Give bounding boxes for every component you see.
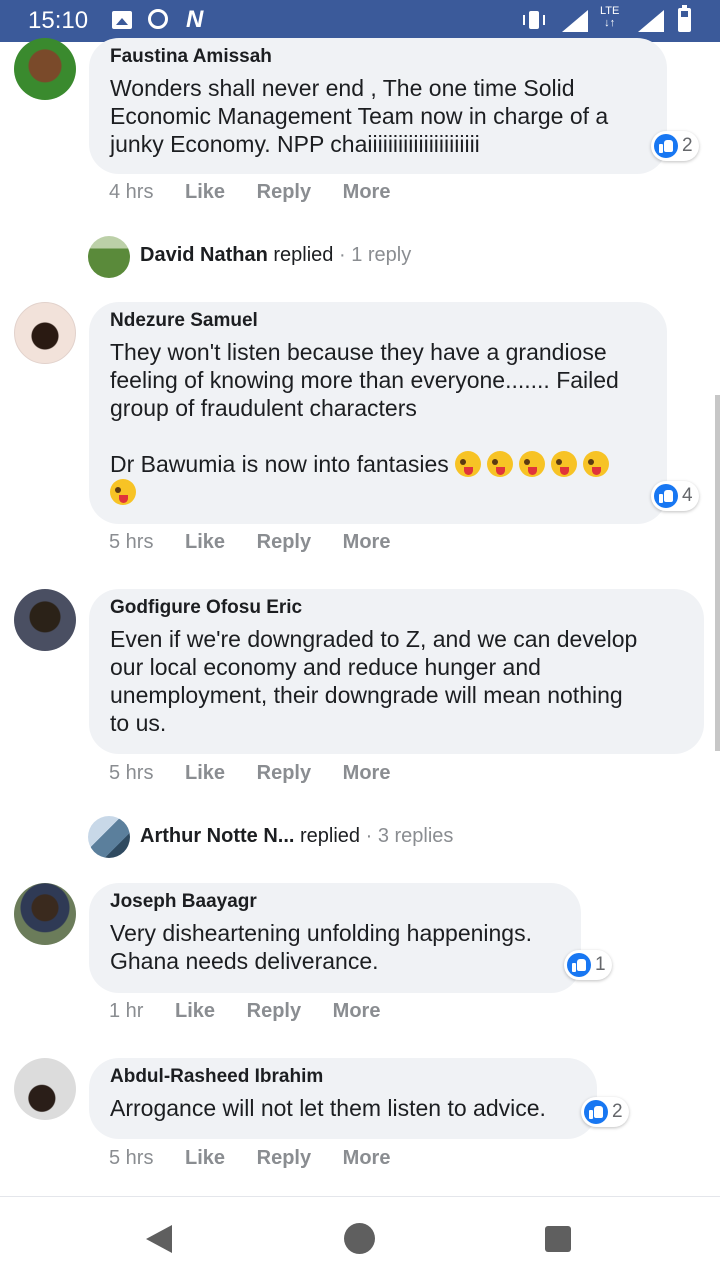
- comment-text: Very disheartening unfolding happenings.…: [110, 920, 532, 974]
- image-icon: [112, 11, 132, 29]
- separator: ·: [333, 244, 352, 266]
- avatar[interactable]: [14, 38, 76, 100]
- comment-bubble: Faustina Amissah Wonders shall never end…: [89, 38, 667, 174]
- comment-actions: 5 hrs Like Reply More: [109, 531, 416, 554]
- comment-author[interactable]: Godfigure Ofosu Eric: [110, 597, 302, 619]
- like-button[interactable]: Like: [175, 1000, 215, 1022]
- reaction-count: 2: [612, 1101, 623, 1122]
- like-reaction-icon: [567, 953, 591, 977]
- comment-bubble: Ndezure Samuel They won't listen because…: [89, 302, 667, 524]
- comment-text: Even if we're downgraded to Z, and we ca…: [110, 626, 638, 736]
- scrollbar[interactable]: [715, 395, 720, 751]
- network-type-label: LTE ↓↑: [600, 5, 620, 29]
- comment-author[interactable]: Faustina Amissah: [110, 46, 272, 68]
- like-reaction-icon: [654, 134, 678, 158]
- like-button[interactable]: Like: [185, 1147, 225, 1169]
- reply-button[interactable]: Reply: [257, 181, 311, 203]
- comment-text: Arrogance will not let them listen to ad…: [110, 1095, 546, 1121]
- comment-author[interactable]: Joseph Baayagr: [110, 891, 257, 913]
- whatsapp-icon: [148, 9, 168, 29]
- battery-icon: [678, 5, 691, 32]
- reply-button[interactable]: Reply: [257, 762, 311, 784]
- winking-tongue-emoji: [455, 451, 482, 477]
- comment-author[interactable]: Abdul-Rasheed Ibrahim: [110, 1066, 323, 1088]
- comment-text: They won't listen because they have a gr…: [110, 338, 619, 506]
- comment-time: 5 hrs: [109, 531, 154, 553]
- reply-button[interactable]: Reply: [257, 1147, 311, 1169]
- signal-icon: [562, 10, 588, 32]
- more-button[interactable]: More: [343, 762, 391, 784]
- comment-actions: 4 hrs Like Reply More: [109, 181, 416, 204]
- signal-icon: [638, 10, 664, 32]
- reaction-count: 2: [682, 135, 693, 156]
- comment-time: 5 hrs: [109, 762, 154, 784]
- like-button[interactable]: Like: [185, 181, 225, 203]
- comment-actions: 5 hrs Like Reply More: [109, 1147, 416, 1170]
- reply-count: 3 replies: [377, 825, 454, 847]
- like-button[interactable]: Like: [185, 762, 225, 784]
- comment-text: Wonders shall never end , The one time S…: [110, 75, 609, 157]
- back-icon[interactable]: [146, 1225, 172, 1253]
- like-reaction-icon: [654, 484, 678, 508]
- reaction-summary[interactable]: 2: [651, 131, 699, 161]
- reply-button[interactable]: Reply: [247, 1000, 301, 1022]
- more-button[interactable]: More: [333, 1000, 381, 1022]
- more-button[interactable]: More: [343, 181, 391, 203]
- reaction-summary[interactable]: 4: [651, 481, 699, 511]
- winking-tongue-emoji: [110, 479, 136, 505]
- reaction-summary[interactable]: 1: [564, 950, 612, 980]
- more-button[interactable]: More: [343, 1147, 391, 1169]
- home-icon[interactable]: [344, 1223, 375, 1254]
- view-replies-link[interactable]: Arthur Notte N... replied · 3 replies: [140, 825, 453, 848]
- like-button[interactable]: Like: [185, 531, 225, 553]
- like-reaction-icon: [584, 1100, 608, 1124]
- avatar[interactable]: [14, 1058, 76, 1120]
- comment-time: 5 hrs: [109, 1147, 154, 1169]
- reply-verb: replied: [273, 244, 334, 266]
- winking-tongue-emoji: [487, 451, 514, 477]
- reply-author: David Nathan: [140, 244, 268, 266]
- winking-tongue-emoji: [551, 451, 578, 477]
- reply-avatar[interactable]: [88, 816, 130, 858]
- comment-actions: 5 hrs Like Reply More: [109, 762, 416, 785]
- more-button[interactable]: More: [343, 531, 391, 553]
- winking-tongue-emoji: [519, 451, 546, 477]
- comment-bubble: Joseph Baayagr Very disheartening unfold…: [89, 883, 581, 993]
- n-icon: N: [186, 6, 204, 33]
- vibrate-icon: [523, 11, 545, 29]
- winking-tongue-emoji: [583, 451, 610, 477]
- reply-count: 1 reply: [351, 244, 412, 266]
- reply-verb: replied: [300, 825, 361, 847]
- comment-time: 4 hrs: [109, 181, 154, 203]
- comment-author[interactable]: Ndezure Samuel: [110, 310, 258, 332]
- comment-actions: 1 hr Like Reply More: [109, 1000, 406, 1023]
- reply-author: Arthur Notte N...: [140, 825, 295, 847]
- reaction-count: 1: [595, 954, 606, 975]
- avatar[interactable]: [14, 302, 76, 364]
- avatar[interactable]: [14, 589, 76, 651]
- clock: 15:10: [28, 7, 89, 34]
- view-replies-link[interactable]: David Nathan replied · 1 reply: [140, 244, 411, 267]
- reply-avatar[interactable]: [88, 236, 130, 278]
- reaction-summary[interactable]: 2: [581, 1097, 629, 1127]
- separator: ·: [360, 825, 378, 847]
- status-bar: 15:10 N LTE ↓↑: [0, 0, 720, 42]
- avatar[interactable]: [14, 883, 76, 945]
- comment-time: 1 hr: [109, 1000, 144, 1022]
- reaction-count: 4: [682, 485, 693, 506]
- recent-apps-icon[interactable]: [545, 1226, 571, 1252]
- reply-button[interactable]: Reply: [257, 531, 311, 553]
- comment-bubble: Abdul-Rasheed Ibrahim Arrogance will not…: [89, 1058, 597, 1139]
- navigation-bar: [0, 1196, 720, 1281]
- comment-bubble: Godfigure Ofosu Eric Even if we're downg…: [89, 589, 704, 754]
